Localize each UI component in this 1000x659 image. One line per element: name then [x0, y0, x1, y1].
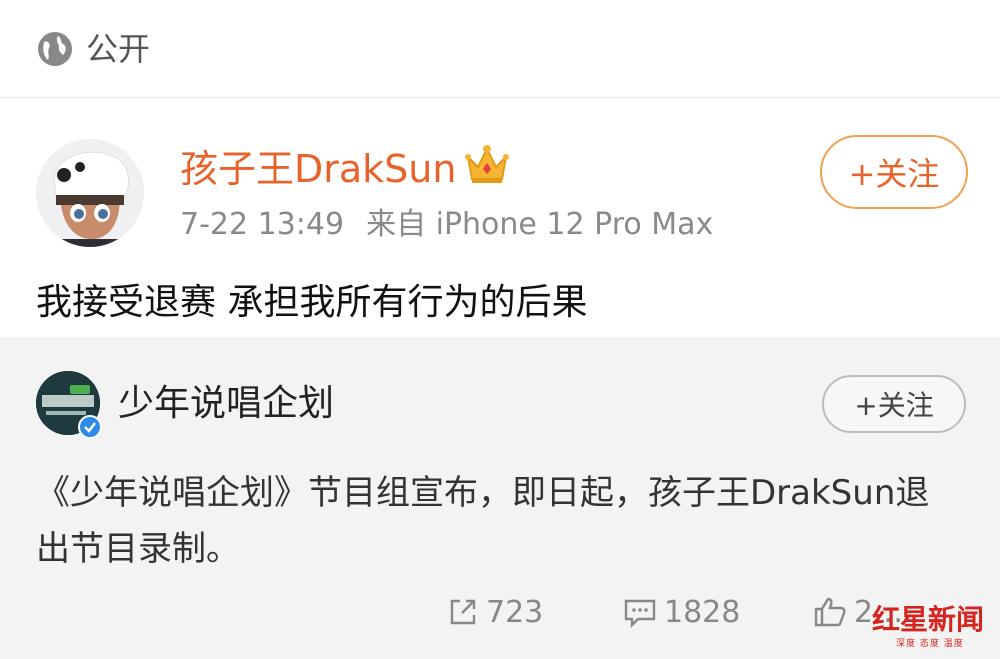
follow-button[interactable]: +关注 — [820, 135, 968, 209]
post-meta: 7-22 13:49 来自 iPhone 12 Pro Max — [180, 205, 713, 245]
repost-author-name[interactable]: 少年说唱企划 — [118, 381, 334, 427]
post-source: 来自 iPhone 12 Pro Max — [366, 207, 714, 242]
crown-icon — [465, 145, 509, 183]
share-count: 723 — [486, 594, 544, 630]
author-name[interactable]: 孩子王DrakSun — [180, 145, 456, 193]
repost-follow-button[interactable]: +关注 — [822, 375, 966, 433]
repost-text: 《少年说唱企划》节目组宣布，即日起，孩子王DrakSun退出节目录制。 — [36, 473, 930, 569]
thumbs-up-icon — [814, 597, 846, 627]
post-text: 我接受退赛 承担我所有行为的后果 — [36, 282, 588, 323]
comment-icon — [624, 599, 656, 628]
news-watermark: 红星新闻 深度 态度 温度 — [872, 598, 996, 656]
post-time: 7-22 13:49 — [180, 207, 345, 242]
author-avatar[interactable] — [36, 139, 144, 247]
share-button[interactable]: 723 — [446, 585, 543, 639]
watermark-logo: 红星新闻 — [872, 603, 985, 636]
visibility-bar: 公开 — [0, 0, 1000, 98]
weibo-post: 孩子王DrakSun 7-22 13:49 来自 iPhone 12 Pro Ma… — [0, 99, 1000, 337]
globe-icon — [38, 32, 72, 66]
repost-card[interactable]: 少年说唱企划 +关注 《少年说唱企划》节目组宣布，即日起，孩子王DrakSun退… — [0, 337, 1000, 659]
watermark-subtitle: 深度 态度 温度 — [896, 639, 964, 649]
action-bar: 723 1828 2… — [0, 585, 1000, 639]
comment-button[interactable]: 1828 — [622, 585, 740, 639]
visibility-label: 公开 — [86, 30, 151, 68]
verified-badge-icon — [78, 415, 102, 439]
share-icon — [450, 599, 476, 625]
comment-count: 1828 — [664, 594, 741, 630]
